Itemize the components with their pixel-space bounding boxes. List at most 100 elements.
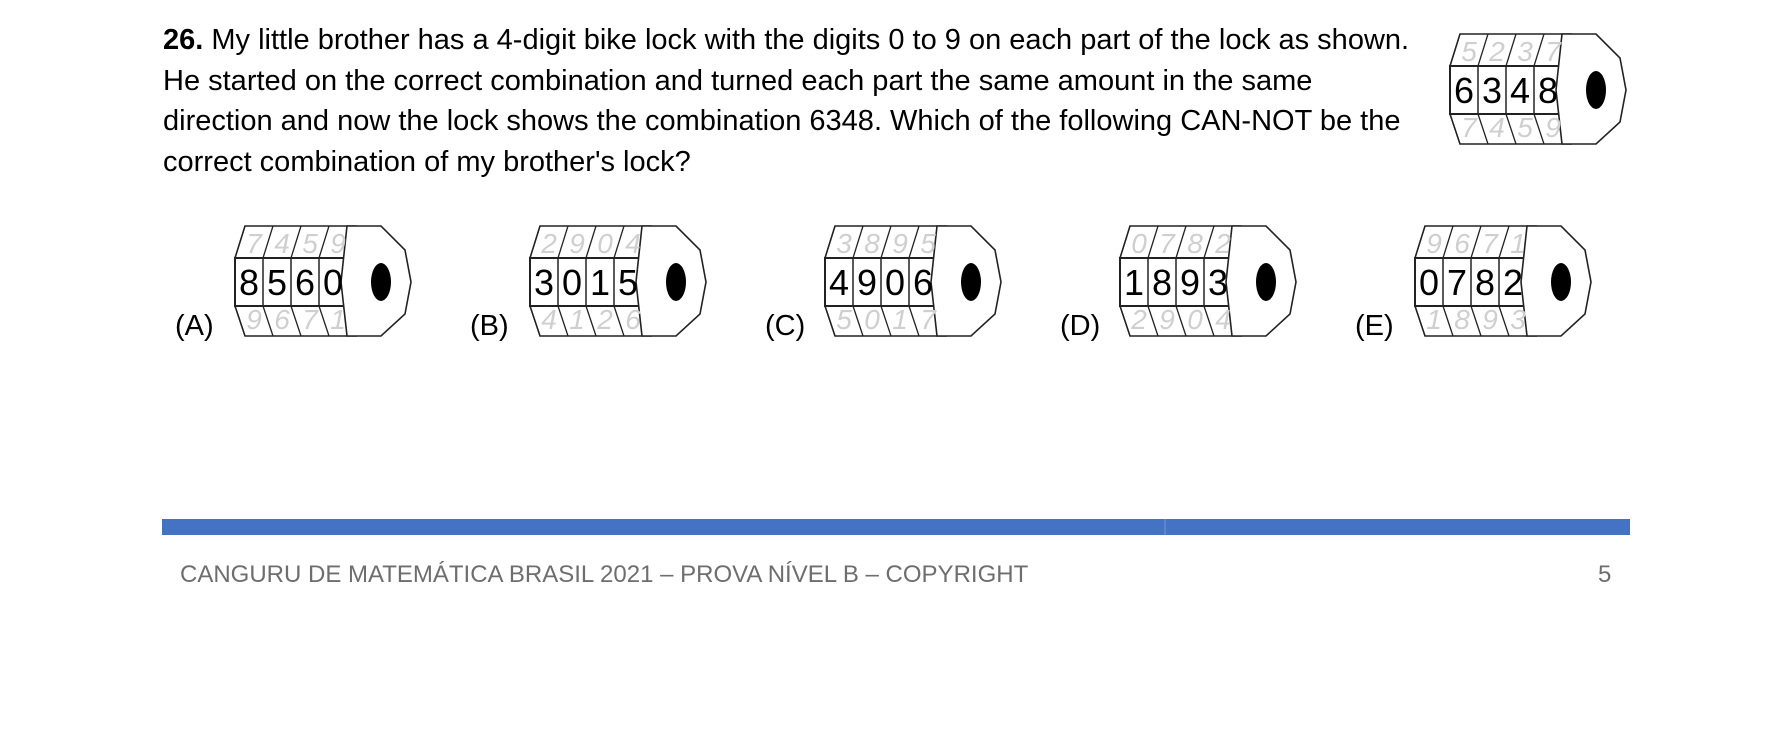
option-c-lock-bottom-digit: 7 (920, 304, 937, 335)
option-b-lock-wheel-edge (529, 225, 541, 259)
option-d[interactable]: (D) 012789890234 (1060, 218, 1305, 348)
option-e-lock-top-digit: 6 (1454, 228, 1470, 259)
main-lock-digit: 4 (1510, 70, 1530, 111)
option-a-lock-digit: 8 (239, 262, 259, 303)
option-b-lock-wheel-edge (585, 225, 597, 259)
option-a-lock-bottom-digit: 7 (302, 304, 319, 335)
main-lock-keyhole (1586, 71, 1606, 109)
option-c-lock-top-digit: 3 (836, 228, 852, 259)
option-a-lock-wheel-edge (290, 225, 302, 259)
option-c-lock-top-digit: 5 (920, 228, 936, 259)
option-c-label: (C) (765, 310, 806, 342)
main-lock-illustration: 567234345789 (1449, 33, 1627, 145)
footer-text: CANGURU DE MATEMÁTICA BRASIL 2021 – PROV… (180, 561, 1029, 588)
option-e-lock-digit: 7 (1447, 262, 1467, 303)
main-lock-bottom-digit: 7 (1461, 112, 1478, 143)
option-b-lock-digit: 0 (562, 262, 582, 303)
option-a-lock-top-digit: 9 (330, 228, 346, 259)
main-lock-top-digit: 3 (1517, 36, 1533, 67)
option-d-lock-bottom-digit: 2 (1130, 304, 1147, 335)
option-d-lock-bottom-digit: 0 (1187, 304, 1203, 335)
option-a-lock-top-digit: 7 (246, 228, 263, 259)
option-a-lock-keyhole (371, 263, 391, 301)
option-e[interactable]: (E) 901678789123 (1355, 218, 1600, 348)
option-e-lock-top-digit: 7 (1482, 228, 1499, 259)
option-c-lock-bottom-digit: 1 (892, 304, 908, 335)
option-d-lock-wheel-edge (1203, 225, 1215, 259)
option-e-lock-top-digit: 1 (1510, 228, 1526, 259)
option-e-lock-wheel-edge (1470, 305, 1482, 337)
option-e-lock-keyhole (1551, 263, 1571, 301)
option-c-lock-digit: 9 (857, 262, 877, 303)
main-lock-wheel-edge (1449, 33, 1461, 67)
option-d-lock-digit: 8 (1152, 262, 1172, 303)
footer-rule-divider (1164, 519, 1166, 535)
option-c-lock-wheel-edge (880, 305, 892, 337)
option-e-lock-wheel-edge (1414, 305, 1426, 337)
main-lock-wheel-edge (1533, 113, 1545, 145)
option-c-lock-top-digit: 8 (864, 228, 880, 259)
option-d-lock-bottom-digit: 9 (1159, 304, 1175, 335)
option-b-lock-wheel-edge (557, 225, 569, 259)
main-lock-digit: 3 (1482, 70, 1502, 111)
question-text: 26. My little brother has a 4-digit bike… (163, 20, 1423, 182)
option-c-lock-wheel-edge (852, 225, 864, 259)
option-b-lock-bottom-digit: 4 (541, 304, 557, 335)
main-lock-bottom-digit: 9 (1545, 112, 1561, 143)
option-d-lock-wheel-edge (1147, 225, 1159, 259)
option-a-lock-bottom-digit: 1 (330, 304, 346, 335)
option-a-lock-wheel-edge (262, 225, 274, 259)
main-lock-wheel-edge (1505, 113, 1517, 145)
option-c-lock-wheel-edge (852, 305, 864, 337)
option-d-lock-digit: 9 (1180, 262, 1200, 303)
option-a-lock-wheel-edge (318, 225, 330, 259)
option-c-lock-wheel-edge (824, 305, 836, 337)
option-d-label: (D) (1060, 310, 1101, 342)
option-b-lock-top-digit: 0 (597, 228, 613, 259)
option-b-lock: 234901012456 (529, 225, 707, 337)
option-c-lock-keyhole (961, 263, 981, 301)
option-d-lock-wheel-edge (1147, 305, 1159, 337)
option-b-label: (B) (470, 310, 509, 342)
main-lock-top-digit: 2 (1488, 36, 1505, 67)
option-e-lock-bottom-digit: 8 (1454, 304, 1470, 335)
option-b-lock-top-digit: 9 (569, 228, 585, 259)
option-c-lock-bottom-digit: 5 (836, 304, 852, 335)
option-e-lock-digit: 8 (1475, 262, 1495, 303)
option-e-label: (E) (1355, 310, 1394, 342)
option-b-lock-bottom-digit: 1 (569, 304, 585, 335)
question-number: 26. (163, 24, 204, 56)
option-e-lock-wheel-edge (1498, 305, 1510, 337)
option-e-lock-wheel-edge (1470, 225, 1482, 259)
option-a-lock-digit: 5 (267, 262, 287, 303)
option-c-lock-wheel-edge (824, 225, 836, 259)
question-body: My little brother has a 4-digit bike loc… (163, 24, 1410, 178)
main-lock-wheel-edge (1533, 33, 1545, 67)
option-d-lock-top-digit: 8 (1187, 228, 1203, 259)
option-d-lock-top-digit: 2 (1214, 228, 1231, 259)
main-lock-digit: 8 (1538, 70, 1558, 111)
main-lock-wheel-edge (1449, 113, 1461, 145)
option-c-lock-digit: 0 (885, 262, 905, 303)
option-a-lock-bottom-digit: 9 (246, 304, 262, 335)
option-d-lock-top-digit: 7 (1159, 228, 1176, 259)
option-b-lock-keyhole (666, 263, 686, 301)
option-a-label: (A) (175, 310, 214, 342)
option-b-lock-wheel-edge (585, 305, 597, 337)
option-c-lock-bottom-digit: 0 (864, 304, 880, 335)
main-lock-wheel-edge (1477, 113, 1489, 145)
main-lock-bottom-digit: 4 (1489, 112, 1505, 143)
option-b-lock-wheel-edge (529, 305, 541, 337)
option-a-lock-wheel-edge (262, 305, 274, 337)
option-a-lock-digit: 0 (323, 262, 343, 303)
option-b[interactable]: (B) 234901012456 (470, 218, 715, 348)
option-b-lock-digit: 1 (590, 262, 610, 303)
option-c[interactable]: (C) 345890901567 (765, 218, 1010, 348)
main-lock-top-digit: 5 (1461, 36, 1477, 67)
option-a[interactable]: (A) 789456567901 (175, 218, 420, 348)
option-b-lock-wheel-edge (557, 305, 569, 337)
option-d-lock-top-digit: 0 (1131, 228, 1147, 259)
option-a-lock-wheel-edge (234, 305, 246, 337)
option-e-lock-bottom-digit: 9 (1482, 304, 1498, 335)
option-d-lock-digit: 1 (1124, 262, 1144, 303)
